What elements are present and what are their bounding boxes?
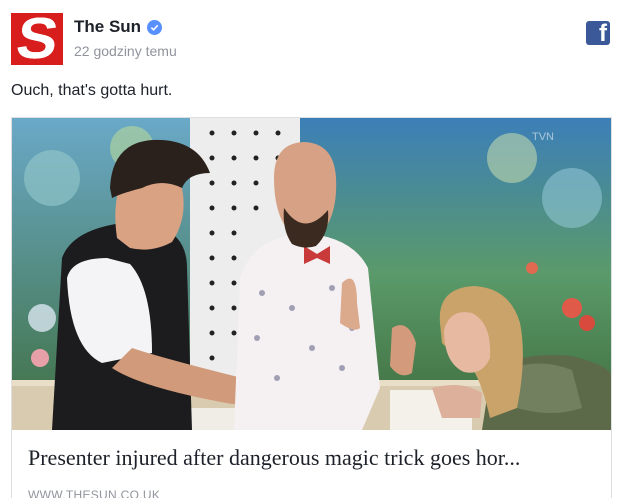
page-name-link[interactable]: The Sun [74,17,163,37]
page-avatar[interactable]: S [11,13,63,65]
facebook-icon[interactable]: f [586,21,610,45]
link-card-image[interactable]: TVN [12,118,611,430]
link-card-domain: WWW.THESUN.CO.UK [28,488,161,498]
page-name: The Sun [74,17,142,36]
verified-badge-icon [147,19,163,35]
post-header: S The Sun 22 godziny temu f [11,13,623,67]
post-text: Ouch, that's gotta hurt. [11,82,173,99]
link-card-title[interactable]: Presenter injured after dangerous magic … [28,445,520,471]
post-timestamp[interactable]: 22 godziny temu [74,43,177,59]
link-card[interactable]: TVN Presenter injured after dangerous ma… [11,117,612,498]
sun-logo-letter: S [12,13,62,65]
svg-text:TVN: TVN [532,131,554,143]
